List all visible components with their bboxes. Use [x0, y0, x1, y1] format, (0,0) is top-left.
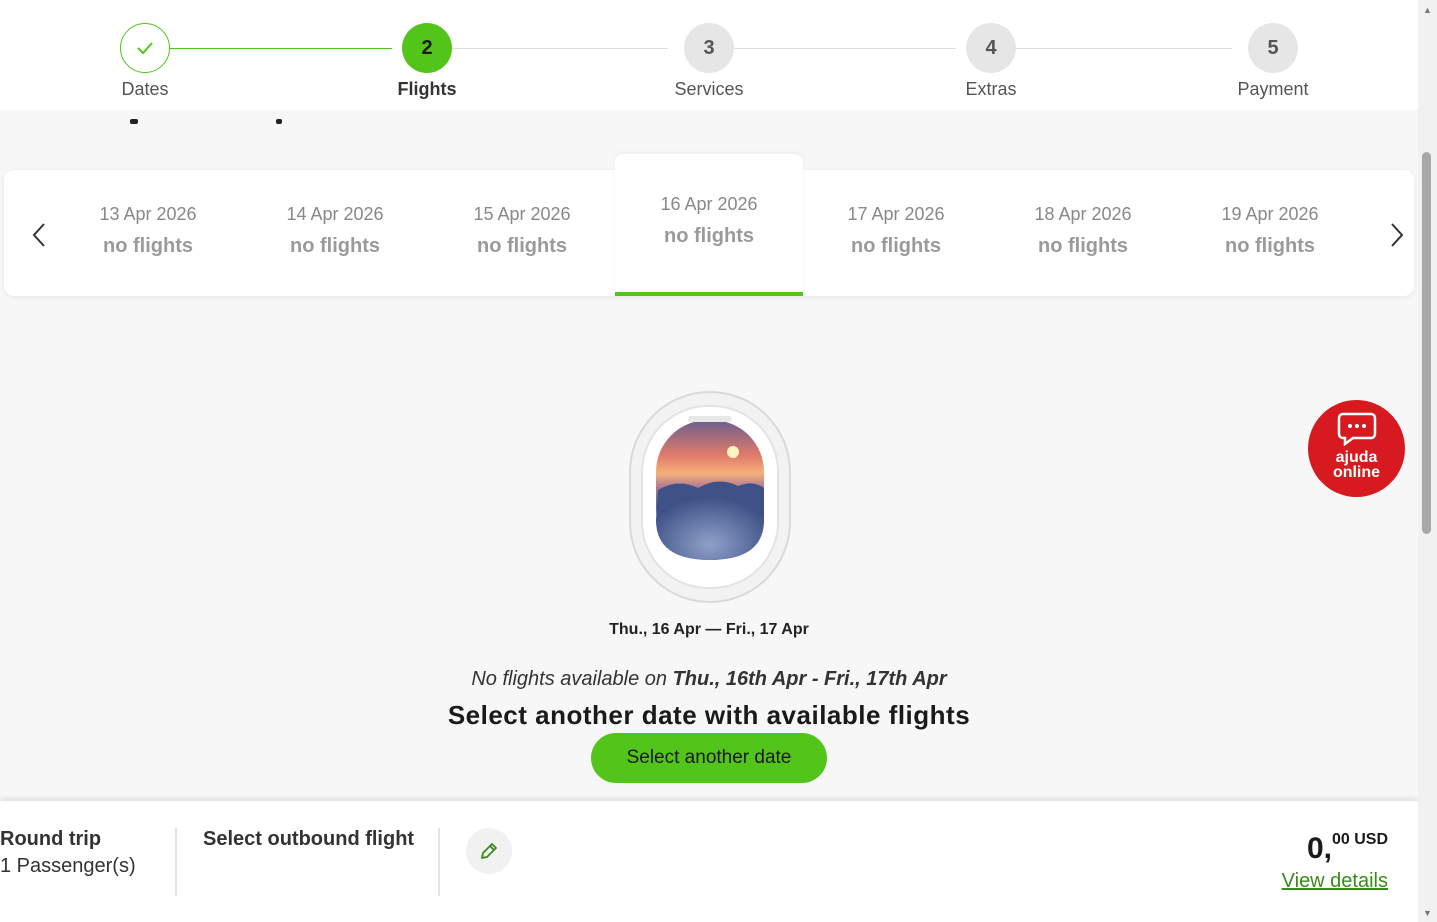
select-another-date-message: Select another date with available fligh… [447, 700, 971, 730]
step-circle: 3 [684, 23, 734, 73]
step-services[interactable]: 3 Services [649, 23, 769, 100]
trip-type: Round trip [0, 828, 102, 850]
step-circle [120, 23, 170, 73]
previous-dates-button[interactable] [26, 222, 52, 248]
price-currency: USD [1354, 831, 1388, 848]
date-status: no flights [851, 235, 941, 257]
step-label: Payment [1237, 79, 1309, 99]
step-label: Dates [121, 79, 169, 99]
divider [438, 828, 440, 896]
scroll-up-arrow-icon[interactable]: ▲ [1422, 4, 1433, 15]
vertical-scrollbar[interactable]: ▲ ▼ [1418, 0, 1437, 922]
date-option[interactable]: 13 Apr 2026 no flights [54, 170, 242, 296]
date-status: no flights [477, 235, 567, 257]
date-status: no flights [1225, 235, 1315, 257]
date-status: no flights [1038, 235, 1128, 257]
step-circle: 5 [1248, 23, 1298, 73]
progress-stepper: Dates 2 Flights 3 Services 4 Extras 5 Pa… [0, 0, 1418, 110]
next-dates-button[interactable] [1384, 222, 1410, 248]
no-flights-prefix: No flights available on [471, 668, 668, 690]
date-carousel: 13 Apr 2026 no flights 14 Apr 2026 no fl… [4, 154, 1414, 296]
divider [175, 828, 177, 896]
price-decimals: 00 [1331, 831, 1350, 848]
price-amount: 0,00 USD [1282, 831, 1388, 866]
trip-info: Round trip 1 Passenger(s) [0, 828, 136, 878]
step-label: Services [674, 79, 744, 99]
edit-button[interactable] [466, 828, 512, 874]
step-label: Extras [965, 79, 1017, 99]
no-flights-dates: Thu., 16th Apr - Fri., 17th Apr [672, 668, 947, 690]
step-circle: 4 [966, 23, 1016, 73]
total-price: 0,00 USD View details [1282, 831, 1388, 893]
date-option[interactable]: 14 Apr 2026 no flights [241, 170, 429, 296]
date-label: 14 Apr 2026 [286, 204, 384, 224]
chevron-left-icon [32, 223, 45, 247]
booking-summary-bar: Round trip 1 Passenger(s) Select outboun… [0, 801, 1418, 922]
date-label: 15 Apr 2026 [473, 204, 571, 224]
step-dates[interactable]: Dates [85, 23, 205, 100]
online-help-button[interactable]: ajuda online [1308, 400, 1405, 497]
date-label: 17 Apr 2026 [847, 204, 945, 224]
date-label: 19 Apr 2026 [1221, 204, 1319, 224]
no-flights-message: No flights available on Thu., 16th Apr -… [0, 668, 1418, 691]
step-payment[interactable]: 5 Payment [1213, 23, 1333, 100]
date-status: no flights [103, 235, 193, 257]
date-status: no flights [664, 225, 754, 247]
passenger-count: 1 Passenger(s) [0, 855, 136, 877]
page-title-obscured [130, 110, 290, 128]
step-label: Flights [397, 79, 457, 99]
select-another-date-button[interactable]: Select another date [591, 733, 827, 783]
outbound-flight-label: Select outbound flight [203, 828, 415, 850]
scrollbar-thumb[interactable] [1422, 152, 1431, 534]
date-option[interactable]: 15 Apr 2026 no flights [428, 170, 616, 296]
airplane-window-illustration [629, 391, 791, 603]
date-option[interactable]: 17 Apr 2026 no flights [802, 170, 990, 296]
chevron-right-icon [1391, 223, 1404, 247]
route-dates: Thu., 16 Apr — Fri., 17 Apr [609, 621, 809, 638]
date-option[interactable]: 19 Apr 2026 no flights [1176, 170, 1364, 296]
date-label: 16 Apr 2026 [660, 194, 758, 214]
price-integer: 0, [1306, 832, 1332, 865]
date-status: no flights [290, 235, 380, 257]
pencil-icon [481, 843, 497, 859]
view-details-link[interactable]: View details [1282, 870, 1388, 893]
chat-label-line2: online [1332, 464, 1381, 481]
date-label: 13 Apr 2026 [99, 204, 197, 224]
step-extras[interactable]: 4 Extras [931, 23, 1051, 100]
date-label: 18 Apr 2026 [1034, 204, 1132, 224]
chat-bubble-icon [1337, 412, 1376, 447]
date-option[interactable]: 18 Apr 2026 no flights [989, 170, 1177, 296]
scroll-down-arrow-icon[interactable]: ▼ [1422, 907, 1433, 918]
step-circle: 2 [402, 23, 452, 73]
step-flights[interactable]: 2 Flights [367, 23, 487, 100]
date-option-selected[interactable]: 16 Apr 2026 no flights [615, 154, 803, 296]
check-icon [137, 42, 153, 55]
